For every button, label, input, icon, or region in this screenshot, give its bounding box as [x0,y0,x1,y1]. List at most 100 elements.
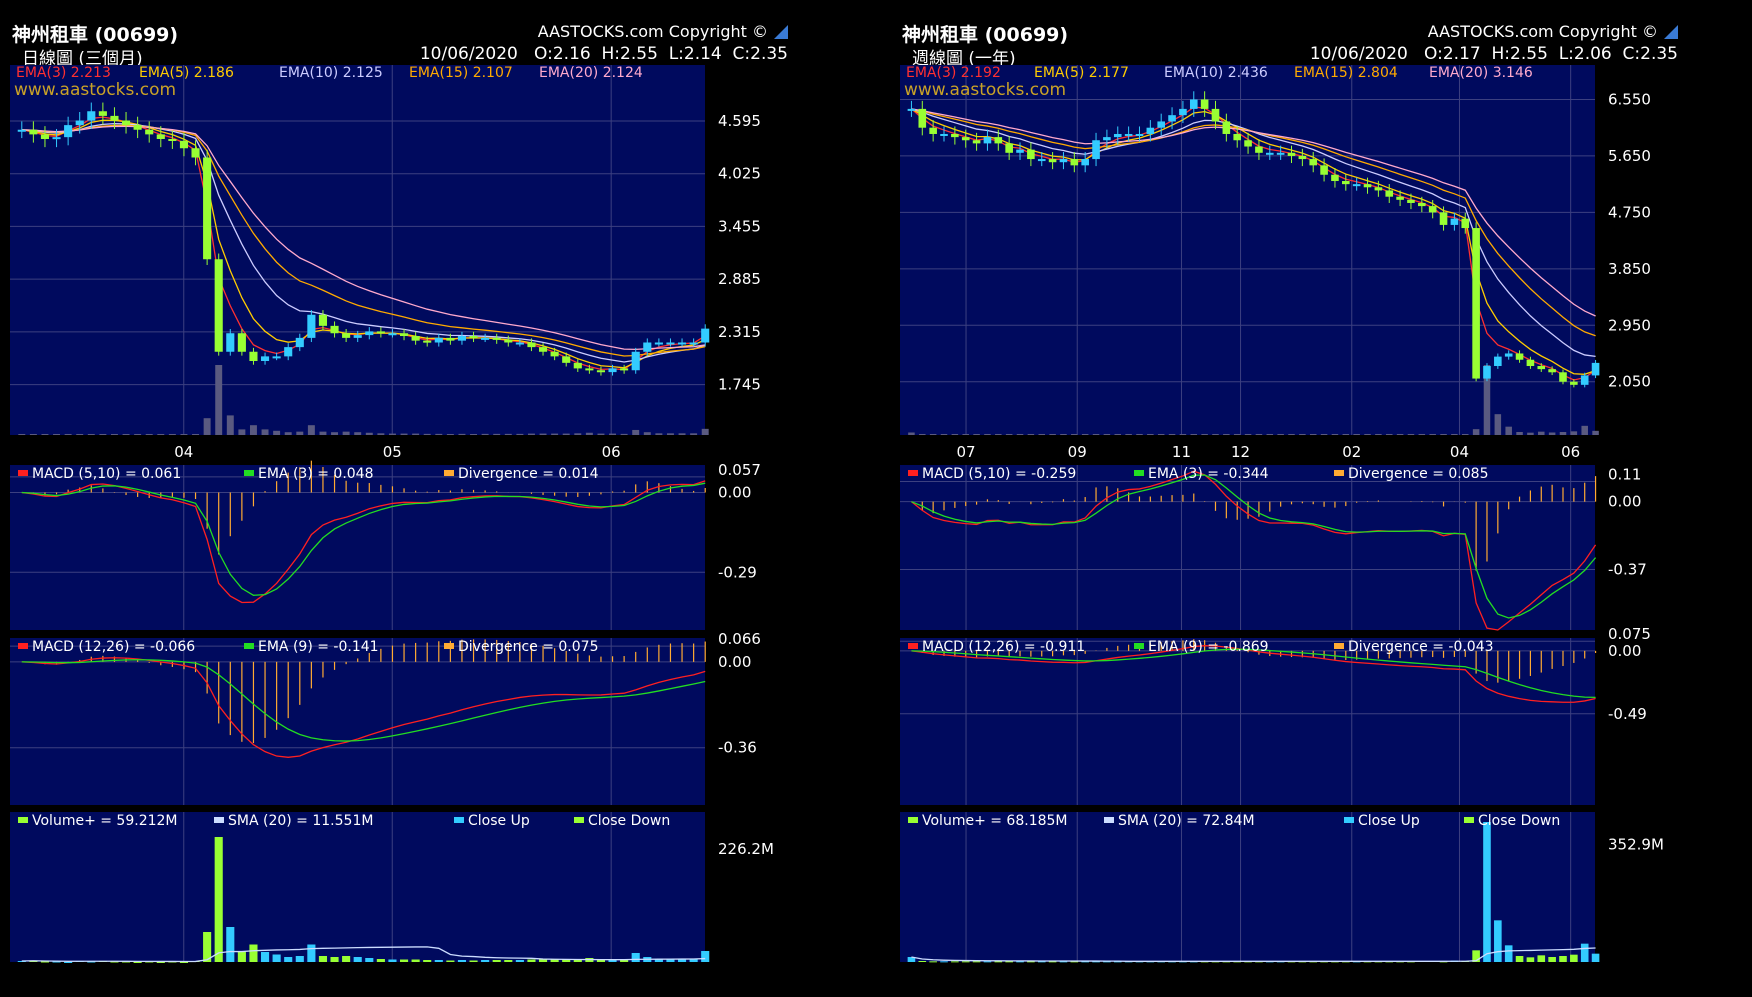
candle-body [295,337,304,348]
price-volume-bar [470,434,478,435]
price-volume-bar [1462,434,1469,435]
price-volume-bar [18,434,26,435]
price-volume-bar [1157,434,1165,435]
macd-axis-tick: -0.29 [718,563,757,581]
candle-body [434,337,443,343]
legend-swatch-icon [18,817,28,823]
candle-body [1037,159,1046,162]
price-volume-bar [1353,434,1360,435]
ema-legend-entry: EMA(10) 2.436 [1164,65,1268,81]
candle-body [1363,184,1372,188]
candle-body [1472,228,1480,379]
candle-body [677,342,687,345]
price-axis-tick: 2.885 [718,270,761,288]
volume-bar [504,960,513,962]
price-volume-bar [354,432,362,435]
price-volume-bar [516,433,524,435]
volume-bar [272,954,281,962]
price-volume-bar [527,433,535,435]
price-volume-bar [76,434,84,435]
volume-legend-entry: Close Down [1478,813,1560,829]
x-axis-tick: 02 [1342,443,1361,461]
price-axis-tick: 4.750 [1608,203,1651,221]
plot-area-price [900,65,1595,435]
price-volume-bar [458,433,466,435]
legend-swatch-icon [214,817,224,823]
volume-legend-entry: Close Up [468,813,530,829]
candle-body [492,337,501,340]
legend-swatch-icon [1104,817,1114,823]
price-volume-bar [1016,434,1024,435]
price-volume-bar [180,434,188,435]
price-volume-bar [412,433,420,435]
price-volume-bar [1233,434,1241,435]
volume-bar [538,959,548,962]
price-volume-bar [562,433,570,435]
price-volume-bar [643,432,651,435]
daily-chart-panel: 神州租車 (00699) AASTOCKS.com Copyright © 日線… [10,0,800,997]
price-volume-bar [1342,434,1350,435]
candle-body [1580,375,1589,385]
candle-body [145,129,154,135]
watermark-text: www.aastocks.com [14,80,176,100]
volume-bar [353,957,362,962]
candle-body [1504,353,1513,357]
x-axis-tick: 06 [602,443,621,461]
candle-body [1374,187,1383,191]
legend-swatch-icon [444,643,454,649]
candle-body [538,347,548,352]
price-volume-bar [1125,434,1132,435]
macd-legend-entry: MACD (5,10) = 0.061 [32,466,181,482]
price-volume-bar [1244,434,1252,435]
candle-body [330,325,339,334]
volume-bar [434,960,443,962]
price-volume-bar [1071,434,1078,435]
price-volume-bar [145,434,153,435]
price-volume-bar [1516,432,1523,435]
candle-body [1211,108,1220,122]
price-axis-tick: 4.025 [718,165,761,183]
volume-bar [940,961,948,963]
candle-body [994,137,1003,144]
weekly-chart-panel: 神州租車 (00699) AASTOCKS.com Copyright © 週線… [900,0,1690,997]
candle-body [1027,149,1035,160]
candle-body [689,342,698,345]
volume-bar [214,837,223,962]
candle-body [1591,362,1600,376]
price-volume-bar [435,433,443,435]
macd-legend-entry: EMA (9) = -0.869 [1148,639,1269,655]
volume-bar [961,961,970,963]
legend-swatch-icon [244,643,254,649]
price-volume-bar [168,434,176,435]
legend-swatch-icon [908,470,918,476]
candle-body [203,157,212,260]
candle-body [907,108,916,111]
price-volume-bar [574,433,582,435]
macd-legend-entry: MACD (12,26) = -0.911 [922,639,1085,655]
candle-body [585,368,594,371]
candle-body [983,137,992,144]
legend-swatch-icon [1134,470,1144,476]
price-volume-bar [1190,434,1198,435]
price-volume-bar [1147,434,1154,435]
candle-body [620,368,629,371]
volume-legend-entry: Close Up [1358,813,1420,829]
price-volume-bar [1114,434,1122,435]
volume-bar [1515,956,1524,962]
price-volume-bar [1505,426,1512,435]
legend-swatch-icon [18,470,28,476]
volume-legend-entry: Volume+ = 68.185M [922,813,1068,829]
volume-bar [388,959,397,962]
plot-area-macd2 [900,638,1595,805]
candle-body [399,333,409,337]
candle-body [666,342,675,345]
candle-body [353,335,362,338]
x-axis-tick: 04 [174,443,193,461]
macd-axis-tick: -0.37 [1608,561,1647,579]
candle-body [1418,202,1426,207]
price-volume-bar [1375,434,1382,435]
price-volume-bar [99,434,107,435]
volume-bar [399,959,409,962]
legend-swatch-icon [444,470,454,476]
volume-bar [260,952,270,962]
